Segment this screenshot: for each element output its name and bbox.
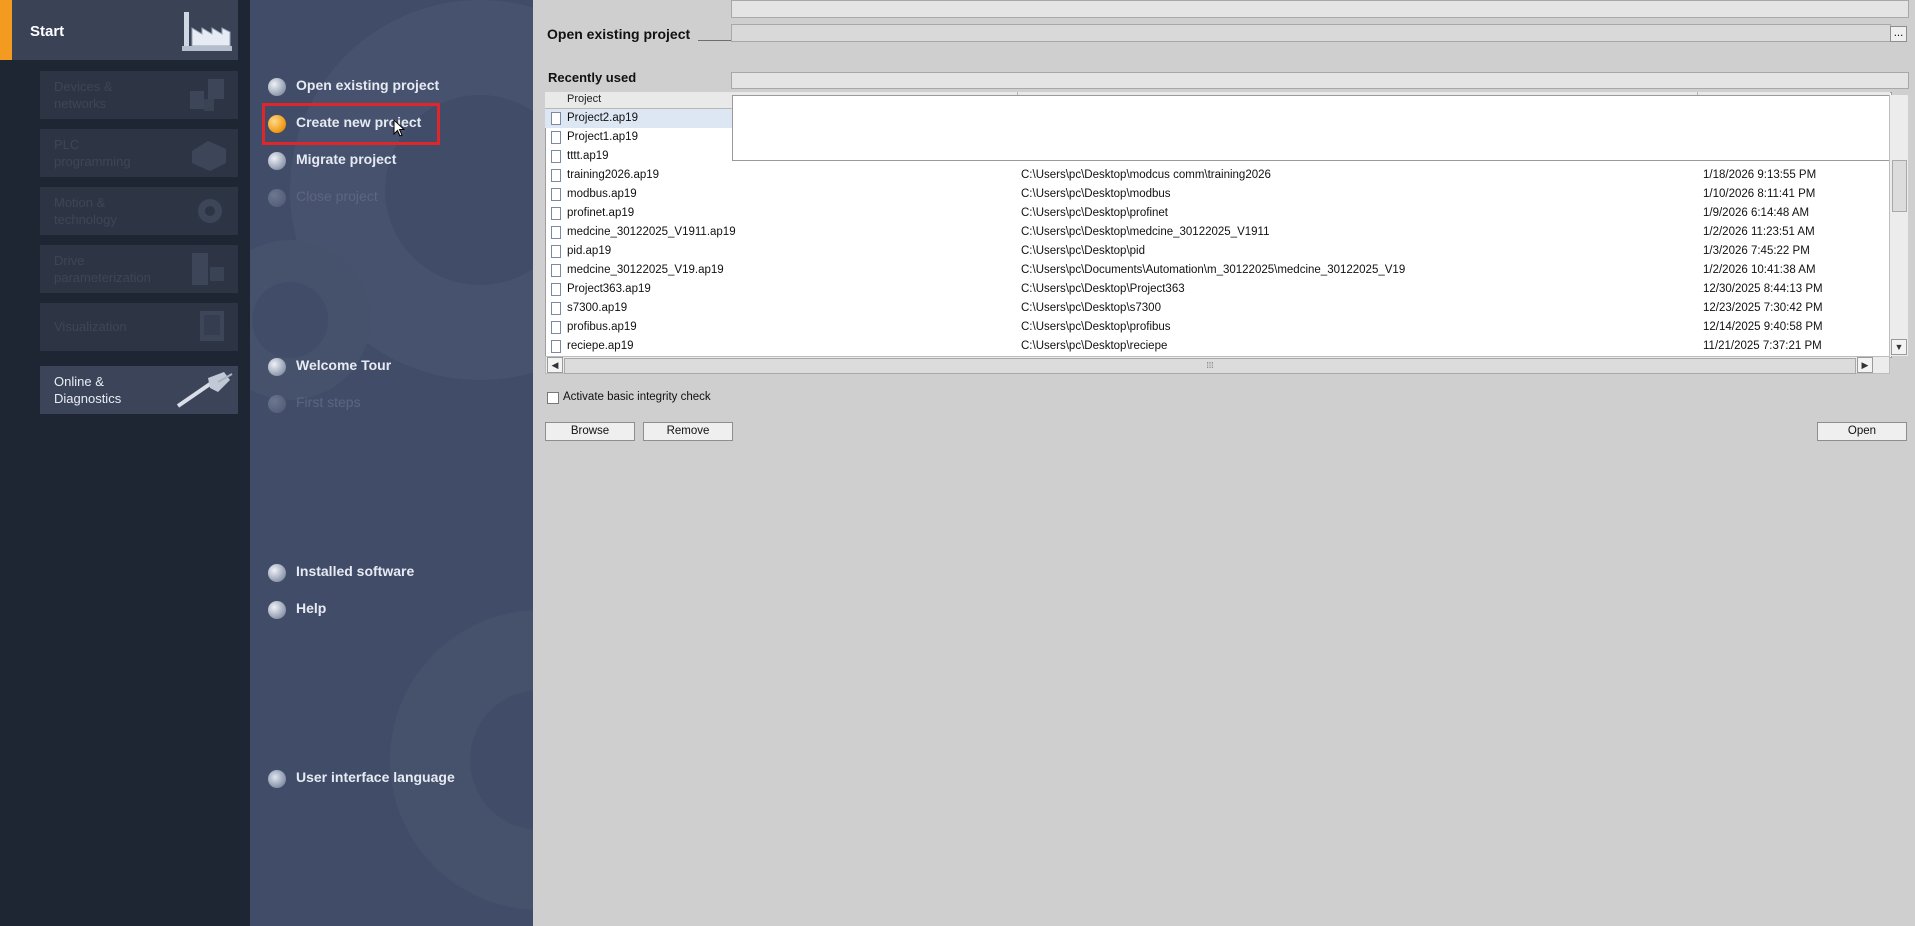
file-icon — [551, 245, 561, 258]
recently-used-title: Recently used — [548, 70, 637, 85]
bullet-icon — [268, 564, 286, 582]
column-header-project[interactable]: Project — [567, 93, 601, 105]
table-row[interactable]: training2026.ap19 C:\Users\pc\Desktop\mo… — [545, 166, 1890, 185]
vertical-scroll-thumb[interactable] — [1892, 160, 1907, 212]
portal-motion-technology[interactable]: Motion & technology — [40, 187, 238, 235]
bullet-icon — [268, 189, 286, 207]
open-existing-title: Open existing project — [547, 26, 691, 42]
bullet-icon — [268, 601, 286, 619]
file-icon — [551, 131, 561, 144]
scroll-left-button[interactable]: ◀ — [547, 357, 563, 373]
globe-icon — [268, 770, 286, 788]
project-path-field[interactable] — [731, 24, 1891, 42]
create-new-project-highlight — [262, 103, 440, 145]
portal-devices-networks[interactable]: Devices & networks — [40, 71, 238, 119]
file-icon — [551, 207, 561, 220]
open-button[interactable]: Open — [1817, 422, 1907, 441]
bullet-icon — [268, 395, 286, 413]
integrity-check-checkbox[interactable] — [547, 392, 559, 404]
visualization-icon — [200, 311, 224, 341]
file-icon — [551, 340, 561, 353]
table-row[interactable]: reciepe.ap19 C:\Users\pc\Desktop\reciepe… — [545, 337, 1890, 356]
table-row[interactable]: modbus.ap19 C:\Users\pc\Desktop\modbus 1… — [545, 185, 1890, 204]
remove-button[interactable]: Remove — [643, 422, 733, 441]
file-icon — [551, 226, 561, 239]
portal-sidebar: Start Devices & networks PLC programming… — [0, 0, 250, 926]
bullet-icon — [268, 152, 286, 170]
file-icon — [551, 188, 561, 201]
file-icon — [551, 150, 561, 163]
horizontal-scroll-thumb[interactable]: ⁞⁞⁞ — [564, 358, 1856, 374]
scroll-down-button[interactable]: ▼ — [1891, 339, 1907, 355]
portal-online-diagnostics[interactable]: Online & Diagnostics — [40, 366, 238, 414]
online-diagnostics-icon — [176, 372, 233, 408]
file-icon — [551, 321, 561, 334]
table-row[interactable]: profinet.ap19 C:\Users\pc\Desktop\profin… — [545, 204, 1890, 223]
table-row[interactable]: Project363.ap19 C:\Users\pc\Desktop\Proj… — [545, 280, 1890, 299]
devices-networks-icon — [190, 79, 224, 111]
portal-plc-programming[interactable]: PLC programming — [40, 129, 238, 177]
drive-icon — [192, 253, 224, 285]
factory-icon — [182, 12, 232, 51]
table-row[interactable]: pid.ap19 C:\Users\pc\Desktop\pid 1/3/202… — [545, 242, 1890, 261]
top-field-bar — [731, 0, 1909, 18]
mouse-cursor-icon — [393, 119, 405, 137]
browse-dots-button[interactable]: ... — [1890, 26, 1907, 42]
file-icon — [551, 283, 561, 296]
bullet-icon — [268, 78, 286, 96]
browse-button[interactable]: Browse — [545, 422, 635, 441]
motion-gear-icon — [198, 199, 222, 223]
file-icon — [551, 112, 561, 125]
bullet-icon — [268, 358, 286, 376]
file-icon — [551, 169, 561, 182]
table-vertical-scrollbar[interactable]: ▼ — [1889, 95, 1908, 356]
portal-visualization[interactable]: Visualization — [40, 303, 238, 351]
table-row[interactable]: s7300.ap19 C:\Users\pc\Desktop\s7300 12/… — [545, 299, 1890, 318]
start-tab-accent — [0, 0, 12, 60]
integrity-check-label: Activate basic integrity check — [563, 391, 711, 403]
portal-drive-parameterization[interactable]: Drive parameterization — [40, 245, 238, 293]
tooltip-popup — [732, 95, 1892, 161]
file-icon — [551, 264, 561, 277]
start-label: Start — [30, 23, 65, 40]
table-row[interactable]: medcine_30122025_V19.ap19 C:\Users\pc\Do… — [545, 261, 1890, 280]
table-row[interactable]: medcine_30122025_V1911.ap19 C:\Users\pc\… — [545, 223, 1890, 242]
scroll-right-button[interactable]: ▶ — [1857, 357, 1873, 373]
file-icon — [551, 302, 561, 315]
plc-programming-icon — [192, 141, 226, 171]
recently-used-bar — [731, 72, 1909, 89]
table-row[interactable]: profibus.ap19 C:\Users\pc\Desktop\profib… — [545, 318, 1890, 337]
table-horizontal-scrollbar[interactable]: ◀ ⁞⁞⁞ ▶ — [545, 356, 1890, 374]
